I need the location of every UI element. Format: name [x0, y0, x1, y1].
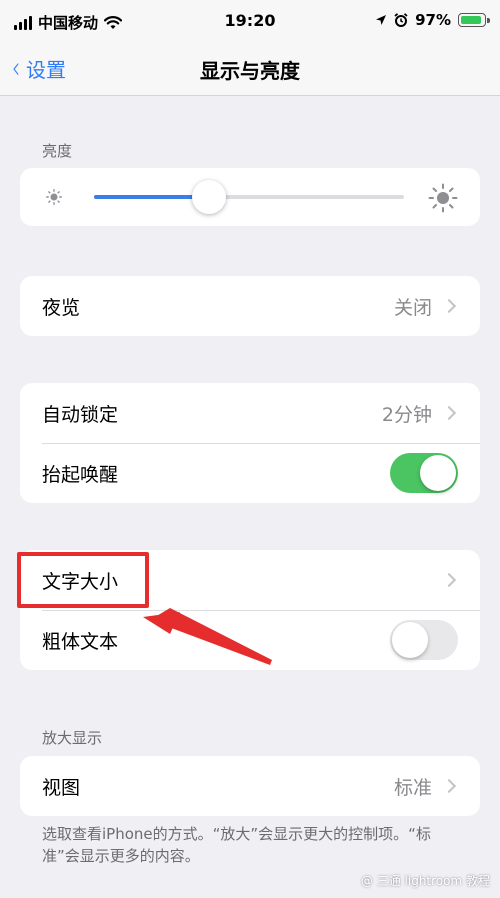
- bold-text-toggle[interactable]: [390, 620, 458, 660]
- watermark-text: @ 三通 lightroom 教程: [360, 874, 490, 888]
- night-shift-row[interactable]: 夜览 关闭: [20, 276, 480, 336]
- view-value: 标准: [393, 776, 432, 799]
- nav-bar: ‹ 设置 显示与亮度: [0, 42, 500, 96]
- chevron-right-icon: [441, 405, 457, 421]
- zoom-header: 放大显示: [42, 729, 103, 747]
- brightness-header: 亮度: [42, 142, 73, 160]
- zoom-footer-note: 选取查看iPhone的方式。“放大”会显示更大的控制项。“标准”会显示更多的内容…: [42, 825, 431, 865]
- brightness-row: [20, 168, 480, 226]
- auto-lock-value: 2分钟: [381, 403, 432, 426]
- raise-to-wake-row: 抬起唤醒: [20, 443, 480, 503]
- alarm-icon: [394, 13, 408, 27]
- brightness-slider[interactable]: [94, 180, 404, 214]
- watermark: @ 三通 lightroom 教程: [361, 872, 490, 889]
- raise-to-wake-toggle[interactable]: [390, 453, 458, 493]
- sun-large-icon: [428, 183, 458, 213]
- status-right: 97%: [375, 11, 490, 29]
- bold-text-label: 粗体文本: [42, 630, 119, 653]
- chevron-right-icon: [441, 572, 457, 588]
- status-bar: 中国移动 19:20 97%: [0, 0, 500, 42]
- chevron-right-icon: [441, 778, 457, 794]
- battery-fill: [461, 16, 482, 24]
- brightness-slider-thumb[interactable]: [191, 180, 226, 214]
- night-shift-label: 夜览: [42, 296, 81, 319]
- auto-lock-label: 自动锁定: [42, 403, 119, 426]
- page-title: 显示与亮度: [200, 59, 300, 83]
- bold-text-row: 粗体文本: [20, 610, 480, 670]
- battery-icon: [458, 13, 490, 27]
- brightness-group: [20, 168, 480, 226]
- view-row[interactable]: 视图 标准: [20, 756, 480, 816]
- chevron-right-icon: [441, 298, 457, 314]
- sun-small-icon: [46, 189, 62, 205]
- zoom-group: 视图 标准: [20, 756, 480, 816]
- night-shift-group: 夜览 关闭: [20, 276, 480, 336]
- battery-percent: 97%: [415, 11, 451, 29]
- location-icon: [376, 15, 387, 25]
- lock-group: 自动锁定 2分钟 抬起唤醒: [20, 383, 480, 503]
- raise-to-wake-label: 抬起唤醒: [42, 463, 119, 486]
- auto-lock-row[interactable]: 自动锁定 2分钟: [20, 383, 480, 443]
- view-label: 视图: [42, 776, 81, 799]
- highlight-box: [17, 552, 149, 608]
- night-shift-value: 关闭: [393, 296, 432, 319]
